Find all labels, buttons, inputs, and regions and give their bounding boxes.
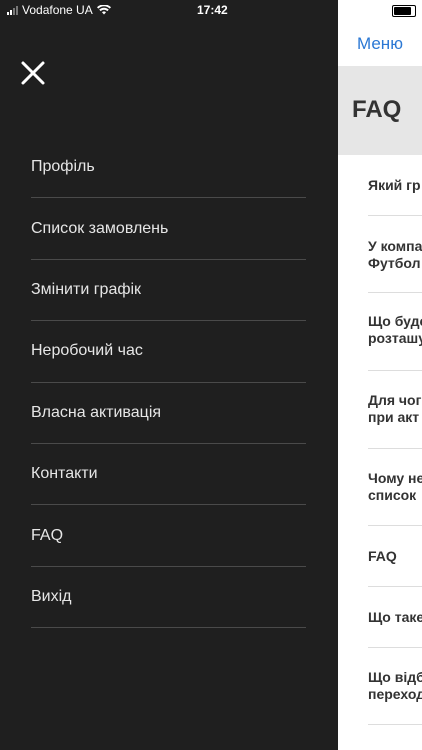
faq-list: Який гр У компа Футбол Що буде розташу Д…: [338, 155, 422, 725]
menu-item-contacts[interactable]: Контакти: [31, 444, 306, 506]
close-button[interactable]: [20, 60, 46, 86]
faq-header: FAQ: [338, 66, 422, 155]
menu-item-schedule[interactable]: Змінити графік: [31, 260, 306, 322]
signal-icon: [7, 5, 18, 15]
faq-item[interactable]: Що таке: [368, 587, 422, 648]
menu-item-logout[interactable]: Вихід: [31, 567, 306, 629]
wifi-icon: [96, 5, 111, 15]
menu-item-orders[interactable]: Список замовлень: [31, 198, 306, 260]
faq-item[interactable]: У компа Футбол: [368, 216, 422, 293]
faq-item[interactable]: Для чог при акт: [368, 371, 422, 449]
drawer-menu: Профіль Список замовлень Змінити графік …: [31, 137, 306, 629]
menu-item-profile[interactable]: Профіль: [31, 137, 306, 199]
content-panel: Меню FAQ Який гр У компа Футбол Що буде …: [338, 0, 422, 750]
menu-back-button[interactable]: Меню: [357, 34, 403, 54]
faq-item[interactable]: Що буде розташу: [368, 293, 422, 371]
battery-icon: [392, 5, 416, 17]
faq-item[interactable]: Який гр: [368, 155, 422, 216]
status-left: Vodafone UA: [7, 3, 111, 17]
side-drawer: Профіль Список замовлень Змінити графік …: [0, 0, 338, 750]
status-time: 17:42: [197, 3, 228, 17]
status-bar: Vodafone UA 17:42: [0, 0, 422, 22]
page-title: FAQ: [352, 96, 402, 123]
carrier-label: Vodafone UA: [22, 3, 93, 17]
faq-item[interactable]: Що відб переход: [368, 648, 422, 725]
close-icon: [21, 61, 45, 85]
menu-item-faq[interactable]: FAQ: [31, 505, 306, 567]
faq-item[interactable]: FAQ: [368, 526, 422, 587]
faq-item[interactable]: Чому не список: [368, 449, 422, 526]
menu-item-activation[interactable]: Власна активація: [31, 383, 306, 444]
menu-item-off-time[interactable]: Неробочий час: [31, 321, 306, 383]
